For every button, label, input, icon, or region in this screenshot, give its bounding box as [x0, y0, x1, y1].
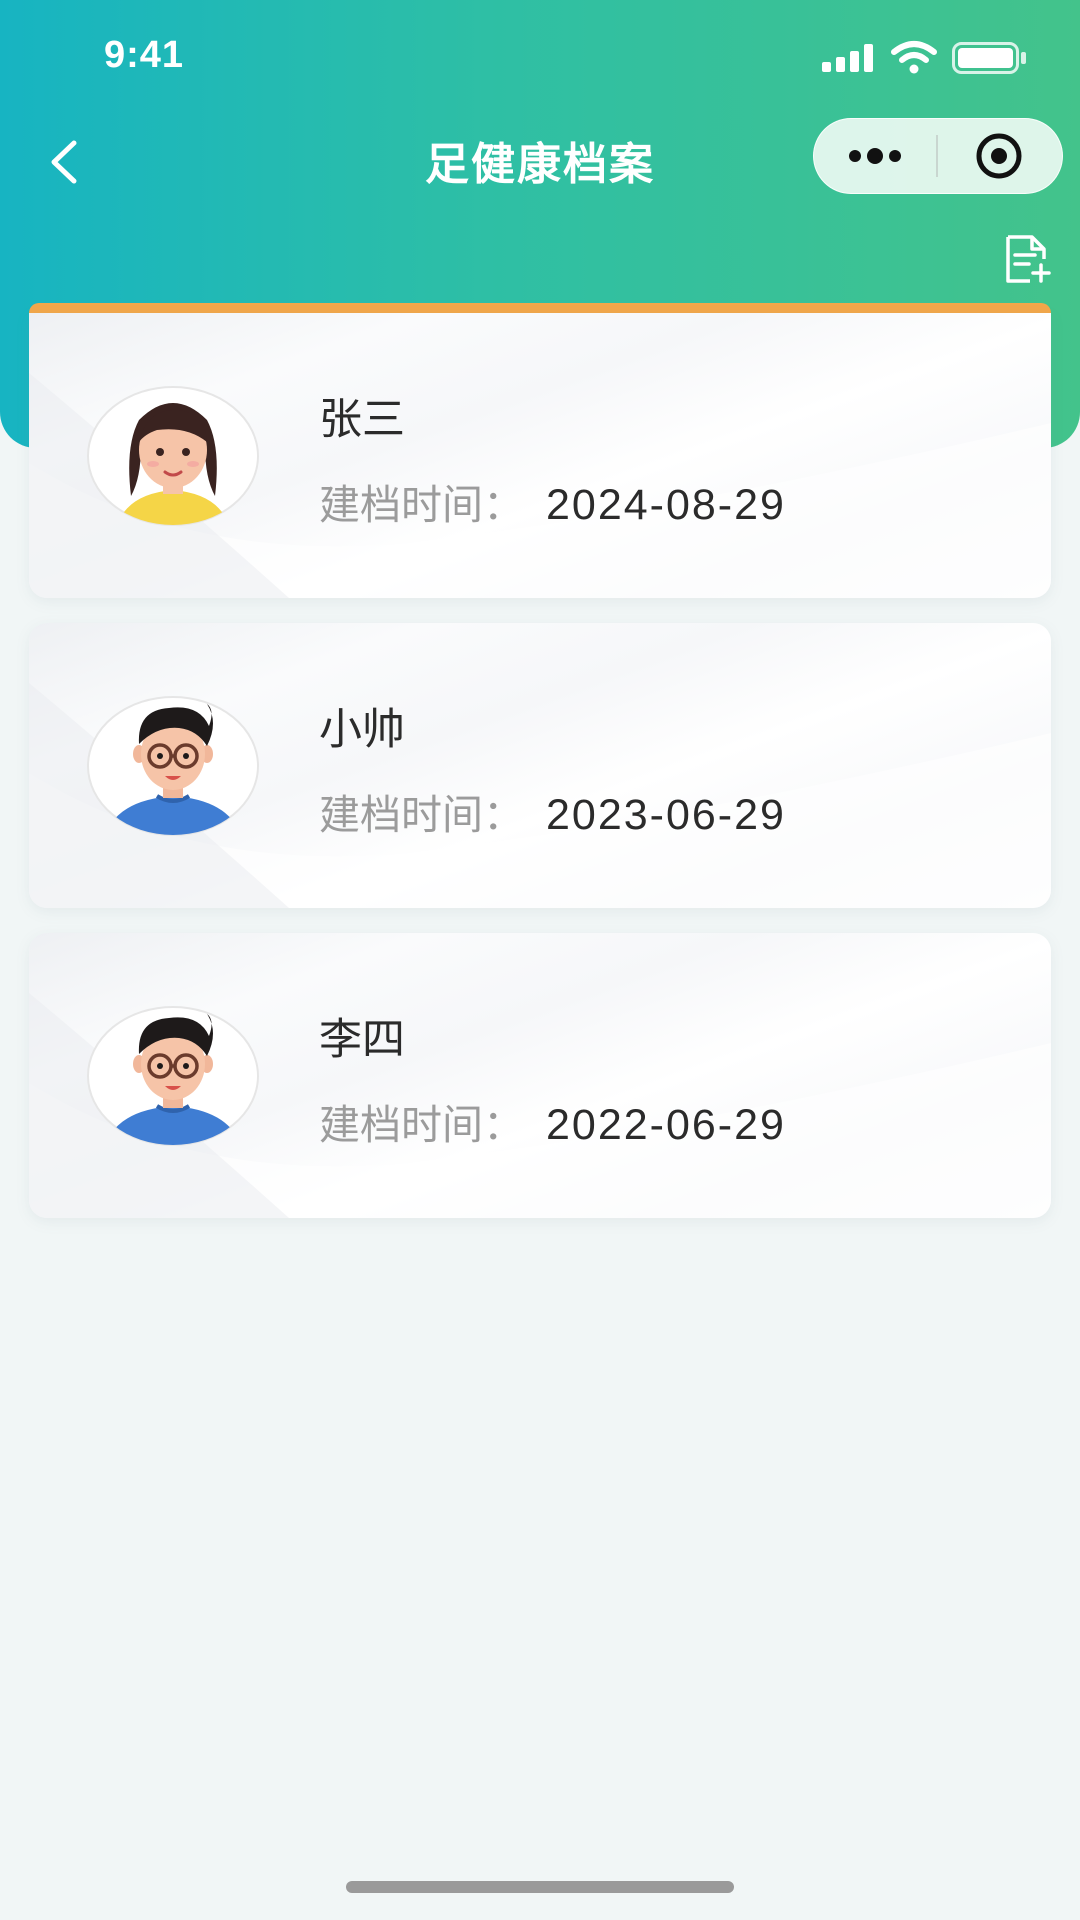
record-date-row: 建档时间： 2023-06-29	[319, 781, 786, 841]
target-circle-icon	[976, 133, 1022, 179]
mini-program-capsule	[813, 118, 1063, 194]
record-name: 小帅	[319, 705, 405, 755]
record-name: 张三	[319, 395, 405, 445]
record-card[interactable]: 小帅 建档时间： 2023-06-29	[29, 623, 1051, 908]
record-date-row: 建档时间： 2024-08-29	[319, 471, 786, 531]
signal-icon	[822, 44, 876, 76]
battery-icon	[952, 42, 1028, 78]
record-date: 2022-06-29	[546, 1101, 786, 1149]
add-record-button[interactable]	[1000, 228, 1056, 290]
more-dots-icon	[849, 148, 901, 164]
close-button[interactable]	[938, 119, 1060, 193]
record-name: 李四	[319, 1015, 405, 1065]
document-add-icon	[1006, 235, 1051, 283]
home-indicator[interactable]	[346, 1881, 734, 1893]
status-time: 9:41	[104, 34, 185, 76]
record-date: 2024-08-29	[546, 481, 786, 529]
male-avatar	[87, 696, 259, 836]
record-date-label: 建档时间：	[319, 1101, 524, 1149]
female-avatar	[87, 386, 259, 526]
record-card[interactable]: 张三 建档时间： 2024-08-29	[29, 313, 1051, 598]
record-date: 2023-06-29	[546, 791, 786, 839]
male-avatar	[87, 1006, 259, 1146]
record-date-label: 建档时间：	[319, 481, 524, 529]
status-bar: 9:41	[0, 0, 1080, 116]
more-button[interactable]	[814, 119, 936, 193]
navigation-bar: 足健康档案	[0, 116, 1080, 238]
record-card[interactable]: 李四 建档时间： 2022-06-29	[29, 933, 1051, 1218]
record-date-row: 建档时间： 2022-06-29	[319, 1091, 786, 1151]
record-date-label: 建档时间：	[319, 791, 524, 839]
records-list: 张三 建档时间： 2024-08-29 小帅 建档时间： 2023-06-29 …	[29, 313, 1051, 1243]
wifi-icon	[890, 40, 938, 78]
